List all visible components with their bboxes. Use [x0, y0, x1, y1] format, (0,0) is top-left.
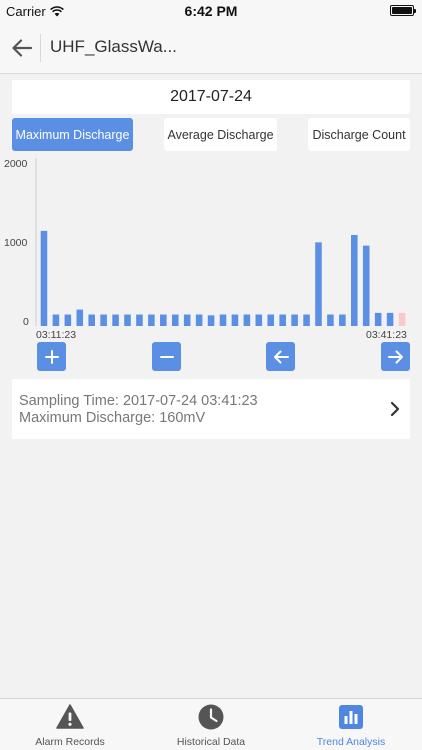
chart-bar-9[interactable] [148, 314, 155, 326]
previous-button[interactable] [266, 342, 295, 371]
tab-average-discharge[interactable]: Average Discharge [164, 118, 277, 151]
chart-bar-4[interactable] [88, 314, 95, 326]
chart-bar-25[interactable] [339, 314, 346, 326]
tabbar-item-alarm-records[interactable]: Alarm Records [0, 699, 140, 750]
page-title: UHF_GlassWa... [50, 37, 177, 56]
tabbar-label: Alarm Records [35, 736, 105, 748]
y-tick-label-2000: 2000 [4, 158, 28, 170]
chart-bar-8[interactable] [136, 314, 143, 326]
chart-bar-10[interactable] [160, 314, 167, 326]
arrow-left-icon [12, 39, 32, 57]
chart-bar-2[interactable] [64, 314, 72, 326]
zoom-in-button[interactable] [37, 342, 66, 371]
y-tick-label-1000: 1000 [4, 237, 28, 249]
chart-canvas: 2000 1000 0 03:11:23 03:41:23 [4, 158, 407, 341]
next-button[interactable] [381, 342, 410, 371]
chart-bar-16[interactable] [231, 314, 239, 326]
chart-bar-24[interactable] [327, 314, 334, 326]
chart-bar-27[interactable] [362, 245, 370, 326]
chart-bar-19[interactable] [267, 314, 275, 326]
discharge-value-text: Maximum Discharge: 160mV [19, 410, 206, 426]
chart-bar-12[interactable] [183, 314, 191, 326]
chart-bar-0[interactable] [40, 230, 48, 326]
chart-bar-11[interactable] [171, 314, 179, 326]
tabbar-item-trend-analysis[interactable]: Trend Analysis [281, 699, 421, 750]
chart-bar-1[interactable] [52, 314, 60, 326]
nav-divider [40, 34, 41, 62]
chart-bar-6[interactable] [112, 314, 119, 326]
clock-icon [198, 704, 224, 730]
tabbar-item-historical-data[interactable]: Historical Data [141, 699, 281, 750]
chart-bar-30[interactable] [398, 312, 406, 326]
arrow-right-icon [387, 350, 403, 363]
tab-discharge-count[interactable]: Discharge Count [308, 118, 410, 151]
minus-icon [159, 355, 174, 358]
date-picker-field[interactable]: 2017-07-24 [12, 80, 410, 114]
tab-maximum-discharge[interactable]: Maximum Discharge [12, 118, 133, 151]
chart-bar-18[interactable] [255, 314, 263, 326]
sample-info-card[interactable]: Sampling Time: 2017-07-24 03:41:23 Maxim… [12, 379, 410, 439]
x-start-label: 03:11:23 [36, 329, 76, 341]
chart-bar-28[interactable] [374, 312, 382, 326]
nav-bar: UHF_GlassWa... [0, 22, 422, 74]
chart-bar-5[interactable] [100, 314, 107, 326]
battery-icon [390, 5, 416, 16]
status-time: 6:42 PM [184, 3, 238, 19]
chart-bar-13[interactable] [195, 314, 203, 326]
chart-bar-20[interactable] [279, 314, 286, 326]
chart-bar-3[interactable] [76, 309, 84, 326]
chart-bar-22[interactable] [303, 314, 310, 326]
warning-triangle-icon [56, 704, 84, 729]
chart-bar-14[interactable] [207, 315, 215, 326]
back-button[interactable] [8, 34, 36, 62]
chart-bar-23[interactable] [315, 242, 322, 326]
discharge-bar-chart[interactable]: 2000 1000 0 03:11:23 03:41:23 [0, 154, 422, 344]
chart-bar-26[interactable] [351, 234, 358, 326]
chart-bar-7[interactable] [124, 314, 131, 326]
y-tick-label-0: 0 [23, 316, 29, 328]
chevron-right-icon [390, 401, 400, 417]
plus-icon [44, 349, 59, 364]
x-end-label: 03:41:23 [366, 329, 407, 341]
arrow-left-icon [273, 350, 289, 363]
bottom-tab-bar: Alarm Records Historical Data Trend Anal… [0, 698, 422, 750]
bar-chart-icon [339, 705, 363, 729]
chart-bar-21[interactable] [291, 314, 298, 326]
status-bar: Carrier 6:42 PM [0, 0, 422, 22]
chart-bar-15[interactable] [219, 314, 227, 326]
tabbar-label: Trend Analysis [316, 736, 386, 748]
chart-bar-29[interactable] [386, 312, 394, 326]
sampling-time-text: Sampling Time: 2017-07-24 03:41:23 [19, 393, 258, 409]
bar-series [40, 230, 406, 326]
zoom-out-button[interactable] [152, 342, 181, 371]
chart-bar-17[interactable] [243, 314, 251, 326]
tabbar-label: Historical Data [176, 736, 246, 748]
